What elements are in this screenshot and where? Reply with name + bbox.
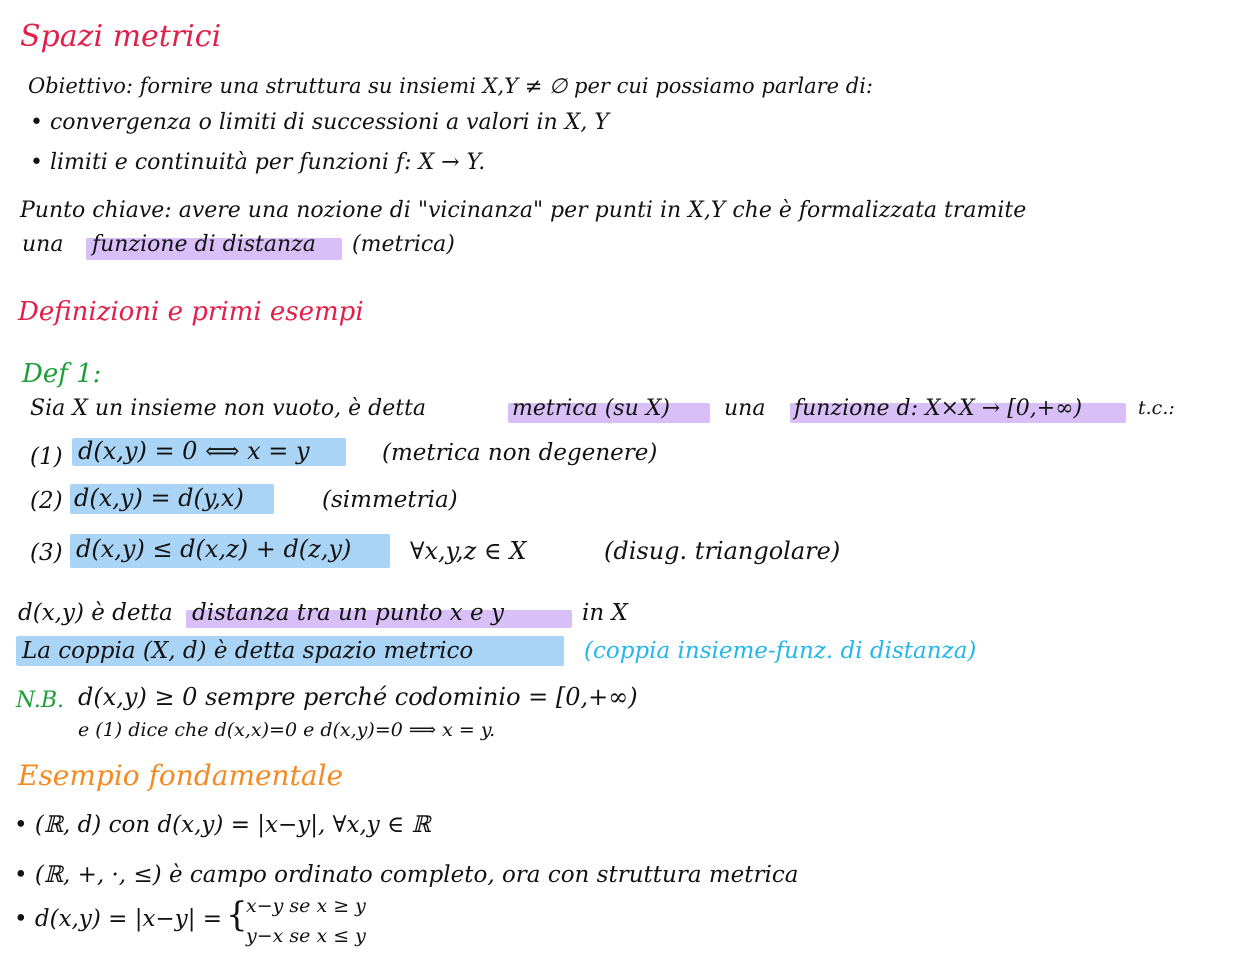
definition-intro-mid: una — [724, 396, 766, 421]
distance-prefix: d(x,y) è detta — [18, 600, 173, 626]
example-item-ordered-field: • (ℝ, +, ·, ≤) è campo ordinato completo… — [14, 862, 799, 888]
axiom-2-number: (2) — [30, 488, 63, 514]
objective-text: Obiettivo: fornire una struttura su insi… — [28, 74, 873, 98]
key-point-prefix: una — [22, 232, 64, 257]
distance-suffix: in X — [582, 600, 628, 626]
key-point-highlight: funzione di distanza — [92, 232, 316, 257]
page-title: Spazi metrici — [20, 19, 222, 54]
example-case-1: x−y se x ≥ y — [246, 895, 366, 917]
metric-space-note: (coppia insieme-funz. di distanza) — [584, 638, 977, 664]
axiom-2-note: (simmetria) — [322, 487, 458, 513]
cases-brace: { — [226, 895, 248, 935]
axiom-1-note: (metrica non degenere) — [382, 440, 658, 466]
key-point-suffix: (metrica) — [352, 232, 455, 257]
axiom-1-formula: d(x,y) = 0 ⟺ x = y — [78, 437, 310, 465]
nb-text: d(x,y) ≥ 0 sempre perché codominio = [0,… — [78, 683, 638, 711]
axiom-3-quantifier: ∀x,y,z ∈ X — [410, 537, 527, 565]
definition-intro-function: funzione d: X×X → [0,+∞) — [794, 396, 1083, 421]
nb-label: N.B. — [16, 688, 64, 713]
axiom-3-number: (3) — [30, 540, 63, 566]
distance-highlight: distanza tra un punto x e y — [192, 600, 504, 626]
metric-space-definition: La coppia (X, d) è detta spazio metrico — [22, 638, 474, 664]
key-point-text: Punto chiave: avere una nozione di "vici… — [20, 198, 1027, 223]
definition-label: Def 1: — [22, 359, 102, 389]
objective-bullet-convergence: • convergenza o limiti di successioni a … — [30, 110, 609, 135]
definition-intro-suffix: t.c.: — [1138, 397, 1175, 419]
example-item-real-metric: • (ℝ, d) con d(x,y) = |x−y|, ∀x,y ∈ ℝ — [14, 812, 431, 838]
objective-bullet-continuity: • limiti e continuità per funzioni f: X … — [30, 150, 486, 175]
section-definitions-heading: Definizioni e primi esempi — [18, 297, 364, 327]
section-example-heading: Esempio fondamentale — [18, 759, 344, 792]
notes-page: Spazi metrici Obiettivo: fornire una str… — [0, 0, 1238, 960]
definition-intro-metric: metrica (su X) — [512, 396, 670, 421]
axiom-1-number: (1) — [30, 444, 63, 470]
example-item-abs-prefix: • d(x,y) = |x−y| = — [14, 906, 223, 932]
example-case-2: y−x se x ≤ y — [246, 925, 366, 947]
nb-text-continued: e (1) dice che d(x,x)=0 e d(x,y)=0 ⟹ x =… — [78, 719, 496, 741]
definition-intro-prefix: Sia X un insieme non vuoto, è detta — [30, 396, 427, 421]
axiom-3-note: (disug. triangolare) — [604, 537, 841, 565]
axiom-3-formula: d(x,y) ≤ d(x,z) + d(z,y) — [76, 535, 352, 563]
axiom-2-formula: d(x,y) = d(y,x) — [74, 484, 244, 512]
